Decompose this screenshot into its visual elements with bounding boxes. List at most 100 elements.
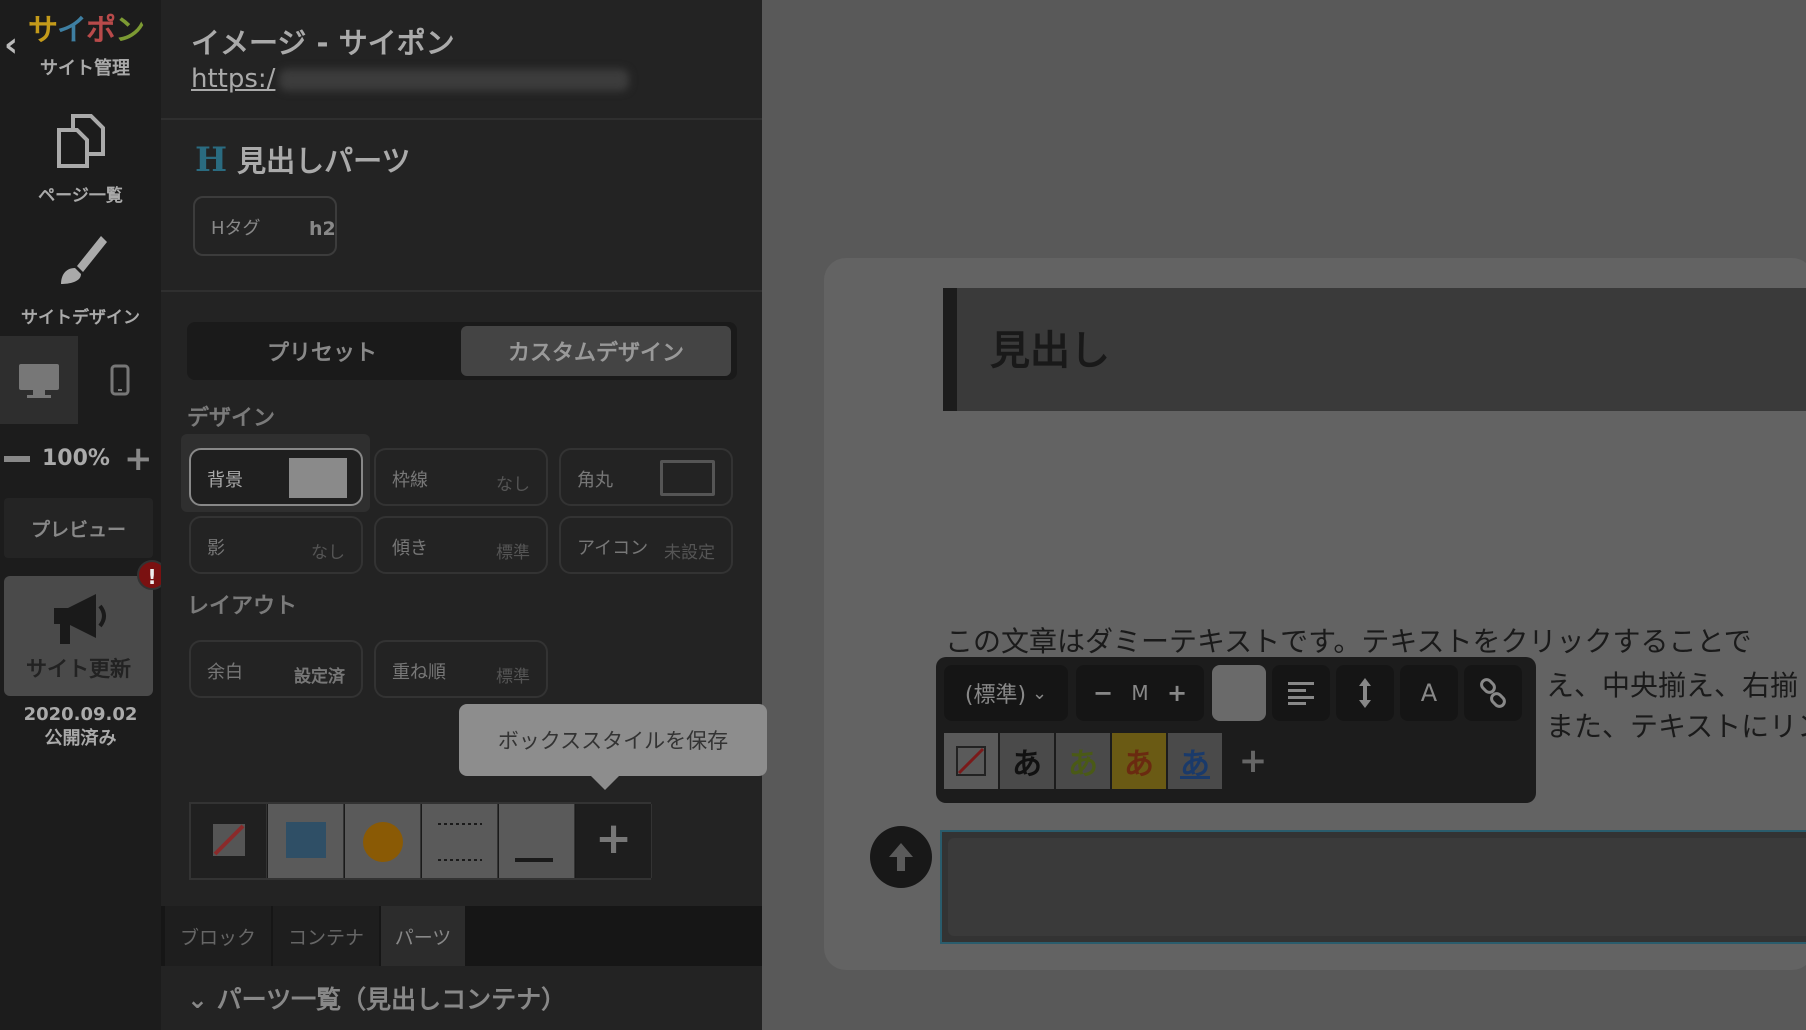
zoom-in-button[interactable]: + — [124, 440, 153, 478]
background-label: 背景 — [207, 470, 243, 491]
style-none[interactable] — [191, 804, 267, 878]
stacking-order-option[interactable]: 重ね順 標準 — [374, 640, 548, 698]
font-size-control: − M + — [1076, 665, 1204, 721]
site-update-button[interactable]: ! サイト更新 — [4, 560, 167, 696]
font-select-value: (標準) — [964, 683, 1027, 708]
style-blue-box[interactable] — [268, 804, 344, 878]
style-dashed[interactable] — [422, 804, 498, 878]
icon-value: 未設定 — [664, 543, 715, 563]
text-color-swatch[interactable] — [1212, 665, 1266, 721]
add-box-style-button[interactable]: + — [576, 804, 652, 878]
underline-style-icon — [515, 858, 553, 862]
page-url-text: https:/ — [191, 64, 276, 94]
pages-icon — [56, 114, 105, 168]
publish-date: 2020.09.02 — [23, 704, 138, 725]
icon-label: アイコン — [577, 538, 649, 559]
char-style-blue-underline[interactable]: あ — [1168, 733, 1222, 789]
chevron-down-icon: ⌄ — [1032, 682, 1048, 704]
add-block-area[interactable] — [940, 830, 1806, 944]
char-style-highlight[interactable]: あ — [1112, 733, 1166, 789]
body-text-line[interactable]: この文章はダミーテキストです。テキストをクリックすることで — [945, 620, 1752, 660]
megaphone-icon — [53, 594, 106, 644]
brand-subtitle: サイト管理 — [40, 58, 130, 79]
chevron-left-icon[interactable]: ‹ — [4, 28, 18, 62]
htag-select[interactable]: Hタグ h2 — [193, 196, 337, 256]
margin-label: 余白 — [207, 662, 243, 683]
site-design-button[interactable]: サイトデザイン — [0, 232, 161, 328]
save-box-style-tooltip: ボックススタイルを保存 — [459, 704, 767, 790]
line-height-button[interactable] — [1336, 665, 1394, 721]
font-size-value: M — [1131, 681, 1149, 705]
font-select[interactable]: (標準) ⌄ — [944, 665, 1068, 721]
icon-option[interactable]: アイコン 未設定 — [559, 516, 733, 574]
zoom-out-button[interactable] — [4, 456, 30, 462]
shadow-label: 影 — [207, 538, 225, 559]
left-navigation: ‹ サイポン サイト管理 ページ一覧 サイトデザイン 100% + プレビュー … — [0, 0, 167, 1030]
style-underline[interactable] — [499, 804, 575, 878]
background-option[interactable]: 背景 — [189, 448, 363, 506]
bottom-tab-bar: ブロック コンテナ パーツ — [161, 906, 762, 966]
clear-char-style-button[interactable] — [944, 733, 998, 789]
tab-block[interactable]: ブロック — [165, 906, 271, 966]
part-title-text: 見出しパーツ — [237, 144, 411, 178]
corner-radius-label: 角丸 — [577, 470, 613, 491]
shadow-option[interactable]: 影 なし — [189, 516, 363, 574]
desktop-icon — [19, 364, 59, 398]
orange-circle-style-icon — [363, 822, 403, 862]
parts-list-label: パーツ一覧（見出しコンテナ） — [216, 985, 567, 1014]
char-style-outline[interactable]: あ — [1000, 733, 1054, 789]
publish-status: 2020.09.02 公開済み — [0, 703, 161, 751]
font-size-increase-button[interactable]: + — [1159, 679, 1195, 707]
divider — [161, 290, 762, 292]
tab-preset[interactable]: プリセット — [187, 322, 457, 380]
page-url-link[interactable]: https:/ — [191, 64, 630, 94]
no-style-icon — [213, 824, 245, 856]
preview-button[interactable]: プレビュー — [4, 498, 153, 558]
site-admin-logo[interactable]: ‹ サイポン サイト管理 — [0, 0, 161, 90]
tab-container[interactable]: コンテナ — [273, 906, 379, 966]
corner-radius-option[interactable]: 角丸 — [559, 448, 733, 506]
site-update-label: サイト更新 — [26, 657, 131, 681]
tilt-option[interactable]: 傾き 標準 — [374, 516, 548, 574]
desktop-view-button[interactable] — [0, 336, 78, 424]
parts-list-toggle[interactable]: ⌄ パーツ一覧（見出しコンテナ） — [187, 980, 566, 1016]
site-design-label: サイトデザイン — [21, 308, 140, 328]
divider — [161, 118, 762, 120]
link-button[interactable] — [1464, 665, 1522, 721]
design-section-title: デザイン — [187, 406, 276, 431]
pages-list-button[interactable]: ページ一覧 — [0, 112, 161, 206]
htag-label: Hタグ — [211, 218, 261, 239]
margin-option[interactable]: 余白 設定済 — [189, 640, 363, 698]
tilt-label: 傾き — [392, 538, 428, 559]
align-left-button[interactable] — [1272, 665, 1330, 721]
chevron-down-icon: ⌄ — [187, 985, 208, 1014]
char-style-green[interactable]: あ — [1056, 733, 1110, 789]
line-height-icon — [1359, 678, 1371, 708]
tab-parts[interactable]: パーツ — [381, 906, 465, 966]
design-mode-tabs: プリセット カスタムデザイン — [187, 322, 737, 380]
publish-state: 公開済み — [44, 728, 117, 749]
border-label: 枠線 — [392, 470, 428, 491]
border-value: なし — [496, 475, 530, 495]
zoom-value: 100% — [42, 446, 110, 471]
body-text-line[interactable]: え、中央揃え、右揃 — [1546, 664, 1798, 704]
corner-radius-preview-icon — [660, 460, 715, 496]
text-style-button[interactable]: A — [1400, 665, 1458, 721]
style-orange-circle[interactable] — [345, 804, 421, 878]
tilt-value: 標準 — [496, 543, 530, 563]
box-style-presets: + — [189, 802, 652, 880]
font-size-decrease-button[interactable]: − — [1085, 679, 1121, 707]
body-text-line[interactable]: また、テキストにリン — [1546, 705, 1806, 745]
text-format-toolbar: (標準) ⌄ − M + A あ あ あ あ + — [936, 657, 1536, 803]
no-style-icon — [956, 746, 986, 776]
blue-box-style-icon — [286, 822, 326, 858]
heading-text[interactable]: 見出し — [990, 318, 1110, 376]
tab-custom-design[interactable]: カスタムデザイン — [461, 326, 731, 376]
move-up-button[interactable] — [870, 826, 932, 888]
layout-section-title: レイアウト — [187, 594, 298, 619]
add-char-style-button[interactable]: + — [1226, 733, 1280, 789]
mobile-view-button[interactable] — [80, 336, 160, 424]
link-icon — [1480, 678, 1506, 708]
border-option[interactable]: 枠線 なし — [374, 448, 548, 506]
stacking-order-value: 標準 — [496, 667, 530, 687]
